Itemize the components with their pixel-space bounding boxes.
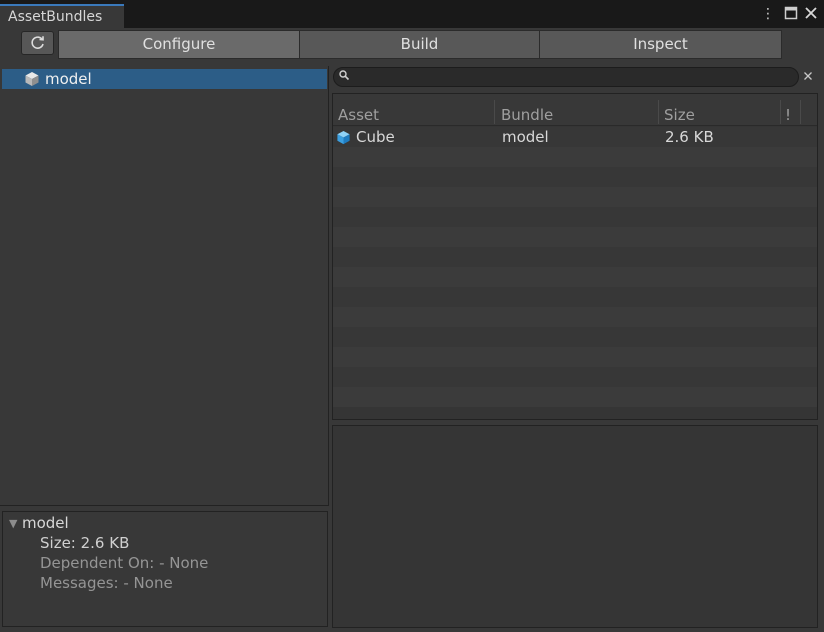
asset-message-panel — [332, 425, 818, 628]
table-row-empty — [333, 187, 817, 207]
column-resize-handle[interactable] — [658, 100, 659, 124]
column-header-message[interactable]: ! — [785, 106, 791, 124]
table-row-empty — [333, 147, 817, 167]
clear-search-icon[interactable] — [801, 69, 815, 85]
collapse-triangle-icon[interactable]: ▼ — [9, 517, 17, 530]
tab-configure[interactable]: Configure — [58, 30, 300, 59]
tab-inspect[interactable]: Inspect — [539, 30, 782, 59]
table-row-empty — [333, 207, 817, 227]
search-input[interactable] — [333, 67, 799, 87]
table-row-empty — [333, 287, 817, 307]
table-row-empty — [333, 327, 817, 347]
asset-bundle: model — [502, 128, 549, 146]
refresh-button[interactable] — [21, 31, 54, 55]
column-header-asset[interactable]: Asset — [338, 106, 379, 124]
table-row-empty — [333, 347, 817, 367]
table-row-empty — [333, 367, 817, 387]
maximize-icon[interactable] — [783, 6, 799, 22]
table-header: Asset Bundle Size ! — [333, 94, 817, 126]
table-row-empty — [333, 307, 817, 327]
table-row-empty — [333, 167, 817, 187]
refresh-icon — [30, 36, 44, 49]
tab-build[interactable]: Build — [299, 30, 540, 59]
close-icon[interactable] — [803, 6, 819, 22]
details-title: model — [22, 514, 69, 532]
tree-item-label: model — [45, 70, 92, 88]
window-tab[interactable]: AssetBundles — [0, 4, 124, 28]
details-messages: Messages: - None — [40, 574, 173, 592]
bundle-tree-panel — [0, 66, 329, 506]
bundle-cube-icon — [24, 71, 40, 87]
table-row-empty — [333, 387, 817, 407]
table-row-empty — [333, 267, 817, 287]
search-icon — [338, 69, 352, 83]
details-dependent-on: Dependent On: - None — [40, 554, 209, 572]
bundle-details-panel: ▼ model Size: 2.6 KB Dependent On: - Non… — [2, 511, 328, 627]
kebab-menu-icon[interactable]: ⋮ — [760, 6, 776, 22]
column-resize-handle[interactable] — [780, 100, 781, 124]
table-row[interactable] — [333, 127, 817, 147]
asset-name: Cube — [356, 128, 395, 146]
column-header-bundle[interactable]: Bundle — [501, 106, 553, 124]
column-header-size[interactable]: Size — [664, 106, 695, 124]
column-resize-handle[interactable] — [800, 100, 801, 124]
asset-size: 2.6 KB — [665, 128, 714, 146]
column-resize-handle[interactable] — [494, 100, 495, 124]
details-size: Size: 2.6 KB — [40, 534, 130, 552]
table-row-empty — [333, 227, 817, 247]
cube-icon — [336, 130, 351, 145]
table-row-empty — [333, 247, 817, 267]
